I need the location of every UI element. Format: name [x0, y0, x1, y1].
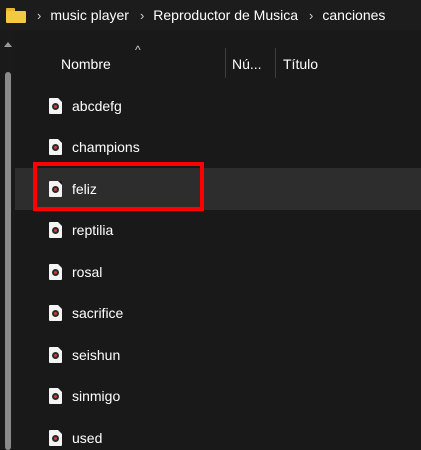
column-header-numero[interactable]: Nú...: [232, 56, 262, 72]
file-row[interactable]: reptilia: [15, 210, 421, 252]
file-row[interactable]: used: [15, 417, 421, 450]
file-explorer-window: › music player › Reproductor de Musica ›…: [0, 0, 421, 450]
file-name: used: [72, 429, 103, 446]
file-row[interactable]: rosal: [15, 251, 421, 293]
file-row[interactable]: abcdefg: [15, 85, 421, 127]
breadcrumb-music-player[interactable]: music player: [50, 7, 129, 23]
audio-file-icon: [49, 429, 62, 446]
breadcrumb: › music player › Reproductor de Musica ›…: [0, 0, 421, 30]
file-name: champions: [72, 139, 140, 156]
file-row[interactable]: sinmigo: [15, 376, 421, 418]
audio-file-icon: [49, 263, 62, 280]
audio-file-icon: [49, 180, 62, 197]
audio-file-icon: [49, 388, 62, 405]
file-name: sacrifice: [72, 305, 124, 322]
file-name: seishun: [72, 346, 121, 363]
file-name: sinmigo: [72, 388, 121, 405]
sort-ascending-icon: ^: [135, 43, 141, 57]
file-name: abcdefg: [72, 97, 122, 114]
chevron-right-icon[interactable]: ›: [37, 8, 41, 23]
file-row[interactable]: sacrifice: [15, 293, 421, 335]
vertical-scrollbar[interactable]: [0, 30, 15, 450]
folder-icon[interactable]: [6, 7, 26, 23]
breadcrumb-reproductor[interactable]: Reproductor de Musica: [153, 7, 298, 23]
column-header-nombre[interactable]: Nombre: [61, 56, 111, 72]
file-name: feliz: [72, 180, 97, 197]
file-row[interactable]: seishun: [15, 334, 421, 376]
audio-file-icon: [49, 139, 62, 156]
audio-file-icon: [49, 97, 62, 114]
column-divider[interactable]: [275, 48, 276, 78]
column-header-titulo[interactable]: Título: [283, 56, 318, 72]
file-row[interactable]: champions: [15, 127, 421, 169]
file-row-hovered[interactable]: feliz: [15, 168, 421, 210]
file-list: abcdefg champions feliz reptilia rosal s…: [15, 85, 421, 450]
audio-file-icon: [49, 346, 62, 363]
audio-file-icon: [49, 222, 62, 239]
column-divider[interactable]: [225, 48, 226, 78]
file-name: reptilia: [72, 222, 114, 239]
scroll-thumb[interactable]: [5, 72, 11, 450]
chevron-right-icon[interactable]: ›: [309, 8, 313, 23]
scroll-up-arrow-icon[interactable]: [4, 42, 12, 47]
chevron-right-icon[interactable]: ›: [140, 8, 144, 23]
audio-file-icon: [49, 305, 62, 322]
breadcrumb-canciones[interactable]: canciones: [322, 7, 385, 23]
file-name: rosal: [72, 263, 103, 280]
